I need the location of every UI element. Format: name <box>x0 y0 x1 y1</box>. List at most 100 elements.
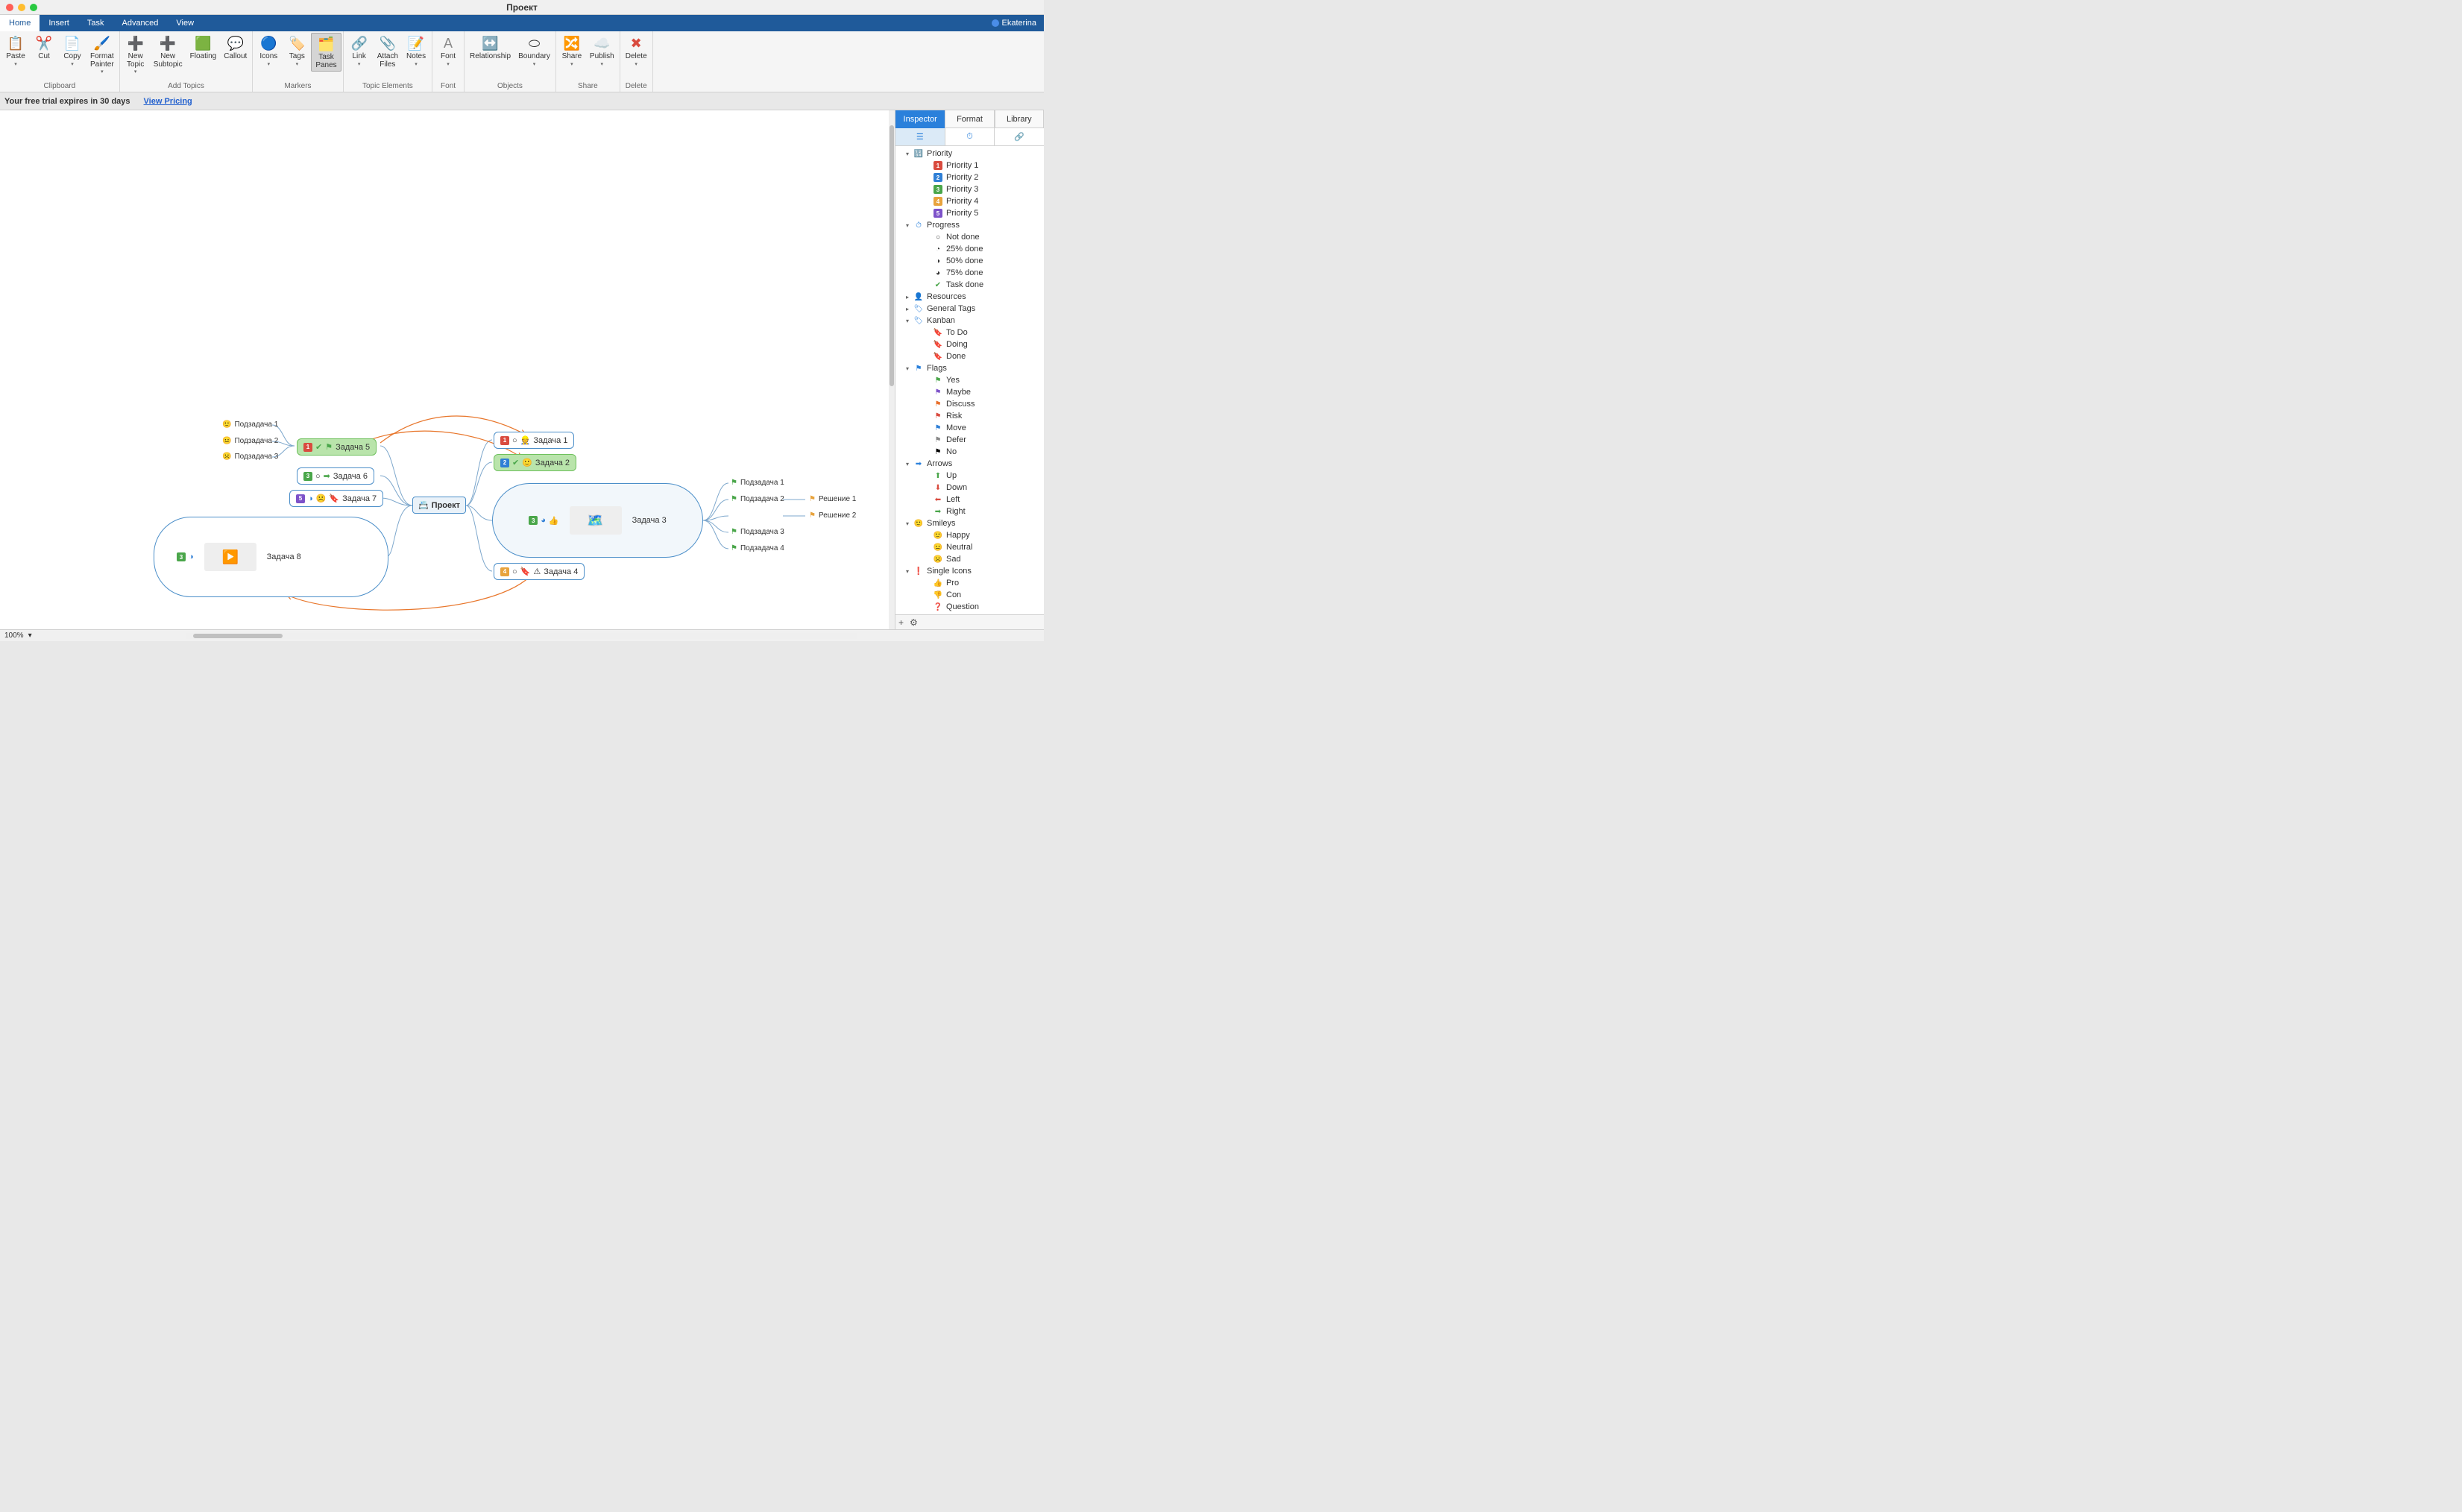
tree-item[interactable]: 🔖To Do <box>895 327 1044 338</box>
expand-icon[interactable]: ▾ <box>906 365 913 372</box>
expand-icon[interactable]: ▸ <box>906 306 913 312</box>
ribbon-task-panes[interactable]: 🗂️Task Panes <box>311 33 341 72</box>
node-task3[interactable]: 3 ◕ 👍 🗺️ Задача 3 <box>492 483 703 558</box>
ribbon-tags[interactable]: 🏷️Tags▾ <box>283 33 311 69</box>
tree-item[interactable]: ▸👤Resources <box>895 291 1044 303</box>
ribbon-cut[interactable]: ✂️Cut <box>30 33 58 63</box>
tree-item[interactable]: ⬆Up <box>895 470 1044 482</box>
tree-item[interactable]: 4Priority 4 <box>895 195 1044 207</box>
subtask[interactable]: ☹️Подзадача 3 <box>222 453 278 461</box>
tree-item[interactable]: 5Priority 5 <box>895 207 1044 219</box>
expand-icon[interactable]: ▾ <box>906 151 913 157</box>
tree-item[interactable]: ▾⚑Flags <box>895 362 1044 374</box>
tree-item[interactable]: ⬇Down <box>895 482 1044 494</box>
ribbon-notes[interactable]: 📝Notes▾ <box>402 33 430 69</box>
subtab-clock[interactable]: ⏱ <box>945 128 995 145</box>
node-task5[interactable]: 1 ✔ ⚑ Задача 5 <box>297 438 377 456</box>
ribbon-font[interactable]: AFont▾ <box>434 33 462 69</box>
view-pricing-link[interactable]: View Pricing <box>144 97 192 106</box>
tree-item[interactable]: ◔25% done <box>895 243 1044 255</box>
subtask[interactable]: 🙂Подзадача 1 <box>222 420 278 429</box>
menu-view[interactable]: View <box>167 15 203 31</box>
ribbon-publish[interactable]: ☁️Publish▾ <box>586 33 618 69</box>
tree-item[interactable]: ◕75% done <box>895 267 1044 279</box>
canvas[interactable]: 📇 Проект 1 ✔ ⚑ Задача 5 3 ○ ➡ Задача 6 <box>0 110 895 629</box>
tree-item[interactable]: ▾🔢Priority <box>895 148 1044 160</box>
subtab-list[interactable]: ☰ <box>895 128 945 145</box>
minimize-window[interactable] <box>18 4 25 11</box>
expand-icon[interactable]: ▾ <box>906 461 913 467</box>
tree-item[interactable]: ✔Task done <box>895 279 1044 291</box>
node-task8[interactable]: 3 ◑ ▶️ Задача 8 <box>154 517 388 597</box>
tree-item[interactable]: ⚑Discuss <box>895 398 1044 410</box>
tree-item[interactable]: ◑50% done <box>895 255 1044 267</box>
ribbon-callout[interactable]: 💬Callout <box>220 33 251 63</box>
tab-format[interactable]: Format <box>945 110 994 128</box>
expand-icon[interactable]: ▾ <box>906 222 913 229</box>
tree-item[interactable]: ▾⏱Progress <box>895 219 1044 231</box>
menu-task[interactable]: Task <box>78 15 113 31</box>
menu-advanced[interactable]: Advanced <box>113 15 167 31</box>
tree-item[interactable]: 👍Pro <box>895 577 1044 589</box>
zoom-window[interactable] <box>30 4 37 11</box>
zoom-dropdown-icon[interactable]: ▾ <box>28 631 32 640</box>
ribbon-delete[interactable]: ✖Delete▾ <box>622 33 651 69</box>
menu-insert[interactable]: Insert <box>40 15 78 31</box>
subtask[interactable]: ⚑Подзадача 2 <box>731 495 784 503</box>
node-task2[interactable]: 2 ✔ 🙂 Задача 2 <box>494 454 576 471</box>
tree-item[interactable]: ⚑Defer <box>895 434 1044 446</box>
node-task6[interactable]: 3 ○ ➡ Задача 6 <box>297 467 374 485</box>
tree-item[interactable]: ☹️Sad <box>895 553 1044 565</box>
central-topic[interactable]: 📇 Проект <box>412 497 466 514</box>
subtask[interactable]: ⚑Подзадача 4 <box>731 544 784 552</box>
menu-home[interactable]: Home <box>0 15 40 31</box>
tree-item[interactable]: ⬅Left <box>895 494 1044 505</box>
tree-item[interactable]: 3Priority 3 <box>895 183 1044 195</box>
subtask[interactable]: ⚑Подзадача 1 <box>731 479 784 487</box>
node-task4[interactable]: 4 ○ 🔖 ⚠ Задача 4 <box>494 563 585 580</box>
tree-item[interactable]: 1Priority 1 <box>895 160 1044 171</box>
zoom-level[interactable]: 100% <box>4 631 24 640</box>
tree-item[interactable]: ▾❗Single Icons <box>895 565 1044 577</box>
tab-inspector[interactable]: Inspector <box>895 110 945 128</box>
tree-item[interactable]: 🙂Happy <box>895 529 1044 541</box>
ribbon-floating[interactable]: 🟩Floating <box>186 33 221 63</box>
subtask[interactable]: 😐Подзадача 2 <box>222 437 278 445</box>
tree-item[interactable]: 😐Neutral <box>895 541 1044 553</box>
ribbon-format-painter[interactable]: 🖌️Format Painter▾ <box>86 33 118 76</box>
tree-item[interactable]: ▾🙂Smileys <box>895 517 1044 529</box>
tab-library[interactable]: Library <box>995 110 1044 128</box>
tree-item[interactable]: ○Not done <box>895 231 1044 243</box>
tree-item[interactable]: 2Priority 2 <box>895 171 1044 183</box>
tree-item[interactable]: ➡Right <box>895 505 1044 517</box>
tree-item[interactable]: ⚑Maybe <box>895 386 1044 398</box>
tree-item[interactable]: ⚑Yes <box>895 374 1044 386</box>
tree-item[interactable]: ▾➡Arrows <box>895 458 1044 470</box>
vertical-scrollbar[interactable] <box>889 110 895 629</box>
expand-icon[interactable]: ▾ <box>906 318 913 324</box>
node-task7[interactable]: 5 ◑ ☹️ 🔖 Задача 7 <box>289 490 383 507</box>
settings-icon[interactable]: ⚙ <box>910 617 918 628</box>
expand-icon[interactable]: ▸ <box>906 294 913 300</box>
expand-icon[interactable]: ▾ <box>906 520 913 527</box>
user-menu[interactable]: Ekaterina <box>984 15 1044 31</box>
expand-icon[interactable]: ▾ <box>906 568 913 575</box>
ribbon-boundary[interactable]: ⬭Boundary▾ <box>514 33 554 69</box>
ribbon-copy[interactable]: 📄Copy▾ <box>58 33 86 69</box>
tree-item[interactable]: ⚑Risk <box>895 410 1044 422</box>
tree-item[interactable]: ⚑Move <box>895 422 1044 434</box>
tree-item[interactable]: 👎Con <box>895 589 1044 601</box>
tree-item[interactable]: ▾🏷Kanban <box>895 315 1044 327</box>
ribbon-new-subtopic[interactable]: ➕New Subtopic <box>150 33 186 70</box>
solution-2[interactable]: ⚑Решение 2 <box>809 511 856 520</box>
solution-1[interactable]: ⚑Решение 1 <box>809 495 856 503</box>
ribbon-relationship[interactable]: ↔️Relationship <box>466 33 514 63</box>
close-window[interactable] <box>6 4 13 11</box>
tree-item[interactable]: ▸🏷General Tags <box>895 303 1044 315</box>
ribbon-link[interactable]: 🔗Link▾ <box>345 33 374 69</box>
ribbon-attach[interactable]: 📎Attach Files <box>374 33 402 70</box>
subtask[interactable]: ⚑Подзадача 3 <box>731 528 784 536</box>
tree-item[interactable]: 🔖Done <box>895 350 1044 362</box>
subtab-link[interactable]: 🔗 <box>995 128 1044 145</box>
ribbon-icons[interactable]: 🔵Icons▾ <box>254 33 283 69</box>
